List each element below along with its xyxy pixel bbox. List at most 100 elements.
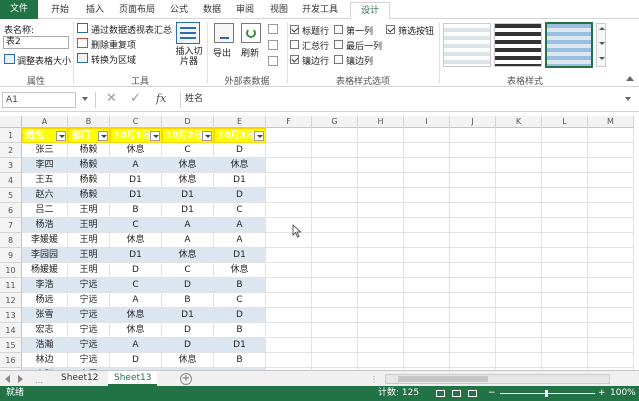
empty-cell[interactable] <box>588 338 634 353</box>
refresh-button[interactable]: 刷新 <box>241 46 259 59</box>
empty-cell[interactable] <box>266 158 312 173</box>
table-cell[interactable]: B <box>162 293 214 308</box>
last-column-checkbox[interactable] <box>334 40 343 49</box>
empty-cell[interactable] <box>588 188 634 203</box>
empty-cell[interactable] <box>588 143 634 158</box>
empty-cell[interactable] <box>496 263 542 278</box>
column-header-d[interactable]: D <box>162 116 214 128</box>
table-cell[interactable]: 张三 <box>22 143 68 158</box>
empty-cell[interactable] <box>496 218 542 233</box>
tab-insert[interactable]: 插入 <box>80 2 110 18</box>
empty-cell[interactable] <box>542 218 588 233</box>
empty-cell[interactable] <box>358 218 404 233</box>
table-cell[interactable]: B <box>214 323 266 338</box>
tab-view[interactable]: 视图 <box>264 2 294 18</box>
column-header-i[interactable]: I <box>404 116 450 128</box>
table-cell[interactable]: 杨毅 <box>68 173 110 188</box>
table-cell[interactable]: D <box>214 308 266 323</box>
table-cell[interactable]: 休息 <box>110 323 162 338</box>
table-cell[interactable]: A <box>110 158 162 173</box>
empty-cell[interactable] <box>312 173 358 188</box>
sheet-tab-sheet12[interactable]: Sheet12 <box>55 371 104 386</box>
table-header-cell[interactable]: 姓名 <box>22 128 68 143</box>
empty-cell[interactable] <box>450 173 496 188</box>
empty-cell[interactable] <box>404 128 450 143</box>
table-header-cell[interactable]: 部门 <box>68 128 110 143</box>
tab-data[interactable]: 数据 <box>197 2 227 18</box>
empty-cell[interactable] <box>404 263 450 278</box>
empty-cell[interactable] <box>588 278 634 293</box>
column-header-f[interactable]: F <box>266 116 312 128</box>
empty-cell[interactable] <box>496 158 542 173</box>
collapse-ribbon-icon[interactable] <box>626 75 634 81</box>
table-cell[interactable]: 休息 <box>162 353 214 368</box>
empty-cell[interactable] <box>312 128 358 143</box>
table-cell[interactable]: 吕二 <box>22 203 68 218</box>
empty-cell[interactable] <box>266 323 312 338</box>
empty-cell[interactable] <box>542 308 588 323</box>
table-cell[interactable]: D <box>162 278 214 293</box>
table-cell[interactable]: D1 <box>110 248 162 263</box>
tab-file[interactable]: 文件 <box>0 0 38 19</box>
cancel-icon[interactable]: ✕ <box>106 91 117 106</box>
empty-cell[interactable] <box>404 323 450 338</box>
table-cell[interactable]: 李园园 <box>22 248 68 263</box>
empty-cell[interactable] <box>266 308 312 323</box>
empty-cell[interactable] <box>266 338 312 353</box>
empty-cell[interactable] <box>312 323 358 338</box>
row-header[interactable]: 4 <box>0 173 22 188</box>
empty-cell[interactable] <box>450 308 496 323</box>
column-header-j[interactable]: J <box>450 116 496 128</box>
empty-cell[interactable] <box>404 218 450 233</box>
table-cell[interactable]: C <box>214 203 266 218</box>
filter-dropdown-icon[interactable] <box>56 131 66 141</box>
empty-cell[interactable] <box>496 308 542 323</box>
empty-cell[interactable] <box>312 188 358 203</box>
column-header-l[interactable]: L <box>542 116 588 128</box>
page-layout-view-icon[interactable] <box>452 390 461 397</box>
empty-cell[interactable] <box>496 233 542 248</box>
table-cell[interactable]: 张雪 <box>22 308 68 323</box>
tab-formulas[interactable]: 公式 <box>164 2 194 18</box>
total-row-checkbox[interactable] <box>290 40 299 49</box>
empty-cell[interactable] <box>404 173 450 188</box>
worksheet-grid[interactable]: ABCDEFGHIJKLM 1234567891011121314151617 … <box>0 116 639 370</box>
unlink-icon[interactable] <box>268 56 278 66</box>
empty-cell[interactable] <box>588 323 634 338</box>
empty-cell[interactable] <box>266 248 312 263</box>
empty-cell[interactable] <box>312 158 358 173</box>
empty-cell[interactable] <box>358 143 404 158</box>
empty-cell[interactable] <box>358 233 404 248</box>
sheet-more-icon[interactable]: … <box>35 376 43 385</box>
empty-cell[interactable] <box>450 218 496 233</box>
row-header[interactable]: 5 <box>0 188 22 203</box>
table-cell[interactable]: 休息 <box>110 233 162 248</box>
banded-rows-checkbox[interactable] <box>290 55 299 64</box>
empty-cell[interactable] <box>542 128 588 143</box>
empty-cell[interactable] <box>588 158 634 173</box>
empty-cell[interactable] <box>450 263 496 278</box>
table-cell[interactable]: B <box>214 353 266 368</box>
row-header[interactable]: 11 <box>0 278 22 293</box>
empty-cell[interactable] <box>266 143 312 158</box>
table-cell[interactable]: D1 <box>162 188 214 203</box>
table-cell[interactable]: D <box>162 338 214 353</box>
insert-slicer-button[interactable]: 插入切片器 <box>174 47 204 67</box>
empty-cell[interactable] <box>312 308 358 323</box>
empty-cell[interactable] <box>404 338 450 353</box>
table-cell[interactable]: A <box>110 338 162 353</box>
tab-review[interactable]: 审阅 <box>230 2 260 18</box>
empty-cell[interactable] <box>542 173 588 188</box>
table-cell[interactable]: D1 <box>110 188 162 203</box>
horizontal-scroll-thumb[interactable] <box>398 376 488 382</box>
empty-cell[interactable] <box>266 203 312 218</box>
table-cell[interactable]: 林边 <box>22 353 68 368</box>
table-cell[interactable]: D1 <box>214 173 266 188</box>
empty-cell[interactable] <box>542 203 588 218</box>
horizontal-scrollbar[interactable] <box>385 374 610 384</box>
filter-button-checkbox[interactable] <box>386 25 395 34</box>
empty-cell[interactable] <box>404 278 450 293</box>
table-cell[interactable]: B <box>214 278 266 293</box>
empty-cell[interactable] <box>588 233 634 248</box>
empty-cell[interactable] <box>358 203 404 218</box>
